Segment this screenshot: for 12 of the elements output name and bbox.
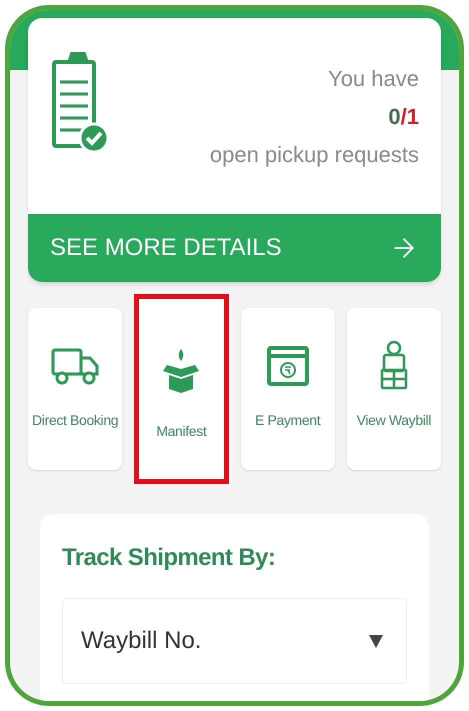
- service-tile[interactable]: Direct Booking: [28, 308, 122, 470]
- total-count: /1: [400, 103, 419, 131]
- pickup-requests-text: open pickup requests: [210, 141, 419, 169]
- service-tile[interactable]: E Payment: [240, 308, 335, 470]
- track-shipment-title: Track Shipment By:: [62, 543, 276, 573]
- see-more-details-button[interactable]: SEE MORE DETAILS: [28, 214, 441, 282]
- service-tile[interactable]: View Waybill: [346, 308, 441, 470]
- dropdown-caret-icon: [368, 633, 384, 649]
- pickup-intro-text: You have: [328, 65, 419, 93]
- open-count: 0: [388, 103, 401, 131]
- waybill-select[interactable]: Waybill No.: [62, 598, 407, 684]
- service-tile[interactable]: Manifest: [134, 294, 228, 484]
